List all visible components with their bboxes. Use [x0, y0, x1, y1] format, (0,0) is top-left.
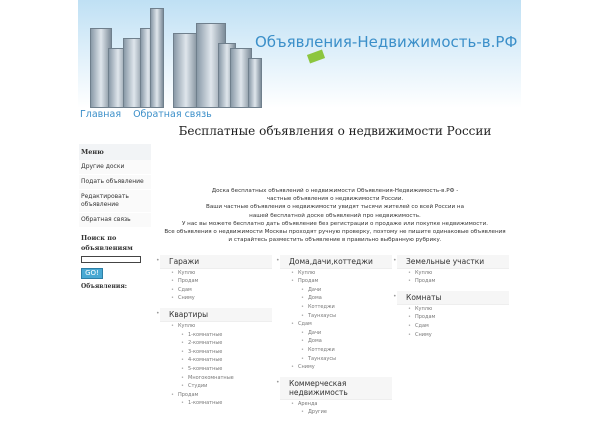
header-banner [78, 0, 521, 108]
subcategory-link[interactable]: Дома [280, 295, 392, 304]
category-heading[interactable]: Земельные участки [393, 255, 509, 269]
sidebar-item-edit-ad[interactable]: Редактировать объявление [79, 190, 151, 214]
intro-line: нашей бесплатной доске объявлений про не… [249, 212, 421, 219]
category-link[interactable]: Куплю [397, 305, 509, 314]
subcategory-link[interactable]: Дачи [280, 329, 392, 338]
nav-home[interactable]: Главная [80, 109, 121, 120]
category-column: Земельные участкиКуплюПродамКомнатыКуплю… [393, 255, 509, 345]
category-link[interactable]: Куплю [280, 269, 392, 278]
category-link[interactable]: Сдам [280, 321, 392, 330]
search-label: Поиск по объявлениям [81, 234, 133, 252]
subcategory-link[interactable]: Таунхаусы [280, 355, 392, 364]
category-link[interactable]: Продам [397, 278, 509, 287]
top-nav: Главная Обратная связь [80, 109, 221, 120]
category-link[interactable]: Продам [160, 391, 272, 400]
subcategory-link[interactable]: Дома [280, 338, 392, 347]
category-heading[interactable]: Гаражи [156, 255, 272, 269]
category-link[interactable]: Продам [397, 314, 509, 323]
key-tag-icon [306, 49, 326, 64]
intro-line: Ваши частные объявления о недвижимости у… [206, 204, 464, 211]
category-link[interactable]: Куплю [160, 322, 272, 331]
subcategory-link[interactable]: Многокомнатные [160, 374, 272, 383]
sidebar-item-post-ad[interactable]: Подать объявление [79, 175, 151, 191]
subcategory-link[interactable]: 4-комнатные [160, 357, 272, 366]
search-button[interactable]: GO! [81, 267, 103, 279]
category-block: Дома,дачи,коттеджиКуплюПродамДачиДомаКот… [276, 255, 392, 373]
category-heading[interactable]: Квартиры [156, 308, 272, 323]
category-block: Земельные участкиКуплюПродам [393, 255, 509, 287]
sidebar-item-other-boards[interactable]: Другие доски [79, 160, 151, 176]
category-heading[interactable]: Комнаты [393, 291, 509, 306]
category-link[interactable]: Продам [160, 278, 272, 287]
category-link[interactable]: Куплю [397, 269, 509, 278]
intro-text: Доска бесплатных объявлений о недвижимос… [160, 187, 510, 244]
subcategory-link[interactable]: Другие [280, 409, 392, 418]
search-input[interactable] [81, 255, 141, 263]
page-title: Бесплатные объявления о недвижимости Рос… [178, 124, 492, 138]
subcategory-link[interactable]: 1-комнатные [160, 400, 272, 409]
nav-feedback[interactable]: Обратная связь [133, 109, 212, 120]
category-heading[interactable]: Коммерческая недвижимость [276, 377, 392, 401]
category-heading[interactable]: Дома,дачи,коттеджи [276, 255, 392, 269]
menu-title: Меню [79, 144, 151, 160]
subcategory-link[interactable]: Дачи [280, 286, 392, 295]
intro-line: Все объявления о недвижимости Москвы про… [164, 229, 506, 236]
intro-line: Доска бесплатных объявлений о недвижимос… [211, 188, 459, 194]
category-link[interactable]: Аренда [280, 400, 392, 409]
category-link[interactable]: Сниму [397, 331, 509, 340]
category-link[interactable]: Куплю [160, 269, 272, 278]
sidebar: Меню Другие доски Подать объявление Реда… [79, 144, 151, 290]
category-link[interactable]: Сдам [397, 322, 509, 331]
category-link[interactable]: Сниму [280, 364, 392, 373]
category-link[interactable]: Сниму [160, 295, 272, 304]
subcategory-link[interactable]: 2-комнатные [160, 340, 272, 349]
subcategory-link[interactable]: 5-комнатные [160, 365, 272, 374]
subcategory-link[interactable]: Студии [160, 383, 272, 392]
intro-line: и старайтесь разместить объявление в пра… [228, 237, 442, 244]
category-block: ГаражиКуплюПродамСдамСниму [156, 255, 272, 304]
category-block: КвартирыКуплю1-комнатные2-комнатные3-ком… [156, 308, 272, 409]
intro-line: частные объявления о недвижимости России… [266, 196, 404, 203]
category-block: Коммерческая недвижимостьАрендаДругие [276, 377, 392, 418]
subcategory-link[interactable]: 1-комнатные [160, 331, 272, 340]
sidebar-item-feedback[interactable]: Обратная связь [79, 213, 151, 229]
category-link[interactable]: Сдам [160, 286, 272, 295]
category-block: КомнатыКуплюПродамСдамСниму [393, 291, 509, 340]
category-column: Дома,дачи,коттеджиКуплюПродамДачиДомаКот… [276, 255, 392, 422]
ads-label: Объявления: [81, 282, 127, 290]
intro-line: У нас вы можете бесплатно дать объявлени… [182, 220, 488, 227]
subcategory-link[interactable]: Таунхаусы [280, 312, 392, 321]
subcategory-link[interactable]: Коттеджи [280, 346, 392, 355]
site-title[interactable]: Объявления-Недвижимость-в.РФ [255, 33, 517, 51]
subcategory-link[interactable]: 3-комнатные [160, 348, 272, 357]
category-column: ГаражиКуплюПродамСдамСнимуКвартирыКуплю1… [156, 255, 272, 413]
subcategory-link[interactable]: Коттеджи [280, 303, 392, 312]
category-link[interactable]: Продам [280, 278, 392, 287]
